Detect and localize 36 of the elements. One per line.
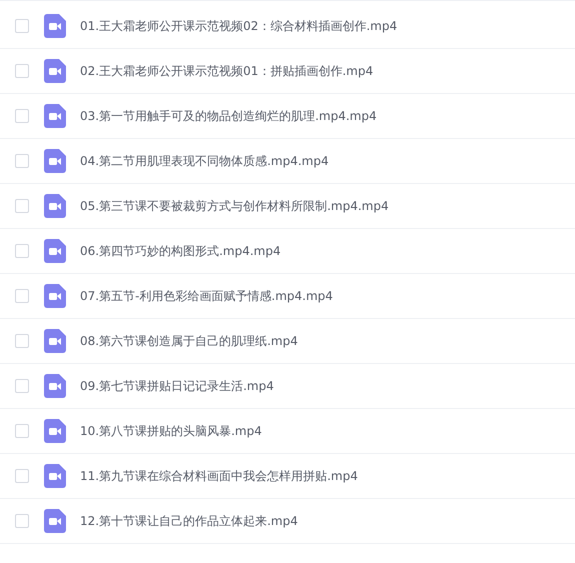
file-name[interactable]: 03.第一节用触手可及的物品创造绚烂的肌理.mp4.mp4 [80, 108, 377, 124]
video-file-icon [44, 329, 66, 353]
video-file-icon [44, 194, 66, 218]
checkbox[interactable] [15, 109, 29, 123]
checkbox[interactable] [15, 64, 29, 78]
checkbox[interactable] [15, 244, 29, 258]
checkbox[interactable] [15, 199, 29, 213]
file-name[interactable]: 02.王大霜老师公开课示范视频01：拼贴插画创作.mp4 [80, 62, 374, 80]
video-file-icon [44, 149, 66, 173]
file-name[interactable]: 08.第六节课创造属于自己的肌理纸.mp4 [80, 332, 298, 350]
file-name[interactable]: 11.第九节课在综合材料画面中我会怎样用拼贴.mp4 [80, 468, 358, 484]
video-file-icon [44, 419, 66, 443]
checkbox[interactable] [15, 289, 29, 303]
video-file-icon [44, 374, 66, 398]
checkbox[interactable] [15, 334, 29, 348]
checkbox[interactable] [15, 19, 29, 33]
video-file-icon [44, 284, 66, 308]
file-name[interactable]: 04.第二节用肌理表现不同物体质感.mp4.mp4 [80, 152, 329, 170]
video-file-icon [44, 104, 66, 128]
file-name[interactable]: 06.第四节巧妙的构图形式.mp4.mp4 [80, 242, 281, 260]
file-name[interactable]: 05.第三节课不要被裁剪方式与创作材料所限制.mp4.mp4 [80, 198, 389, 214]
checkbox[interactable] [15, 154, 29, 168]
file-name[interactable]: 10.第八节课拼贴的头脑风暴.mp4 [80, 422, 262, 440]
checkbox[interactable] [15, 379, 29, 393]
video-file-icon [44, 59, 66, 83]
checkbox[interactable] [15, 469, 29, 483]
video-file-icon [44, 464, 66, 488]
checkbox[interactable] [15, 424, 29, 438]
file-name[interactable]: 09.第七节课拼贴日记记录生活.mp4 [80, 378, 274, 394]
video-file-icon [44, 239, 66, 263]
file-name[interactable]: 07.第五节-利用色彩给画面赋予情感.mp4.mp4 [80, 288, 333, 304]
checkbox[interactable] [15, 514, 29, 528]
file-name[interactable]: 01.王大霜老师公开课示范视频02：综合材料插画创作.mp4 [80, 18, 398, 34]
file-name[interactable]: 12.第十节课让自己的作品立体起来.mp4 [80, 512, 298, 530]
video-file-icon [44, 14, 66, 38]
video-file-icon [44, 509, 66, 533]
